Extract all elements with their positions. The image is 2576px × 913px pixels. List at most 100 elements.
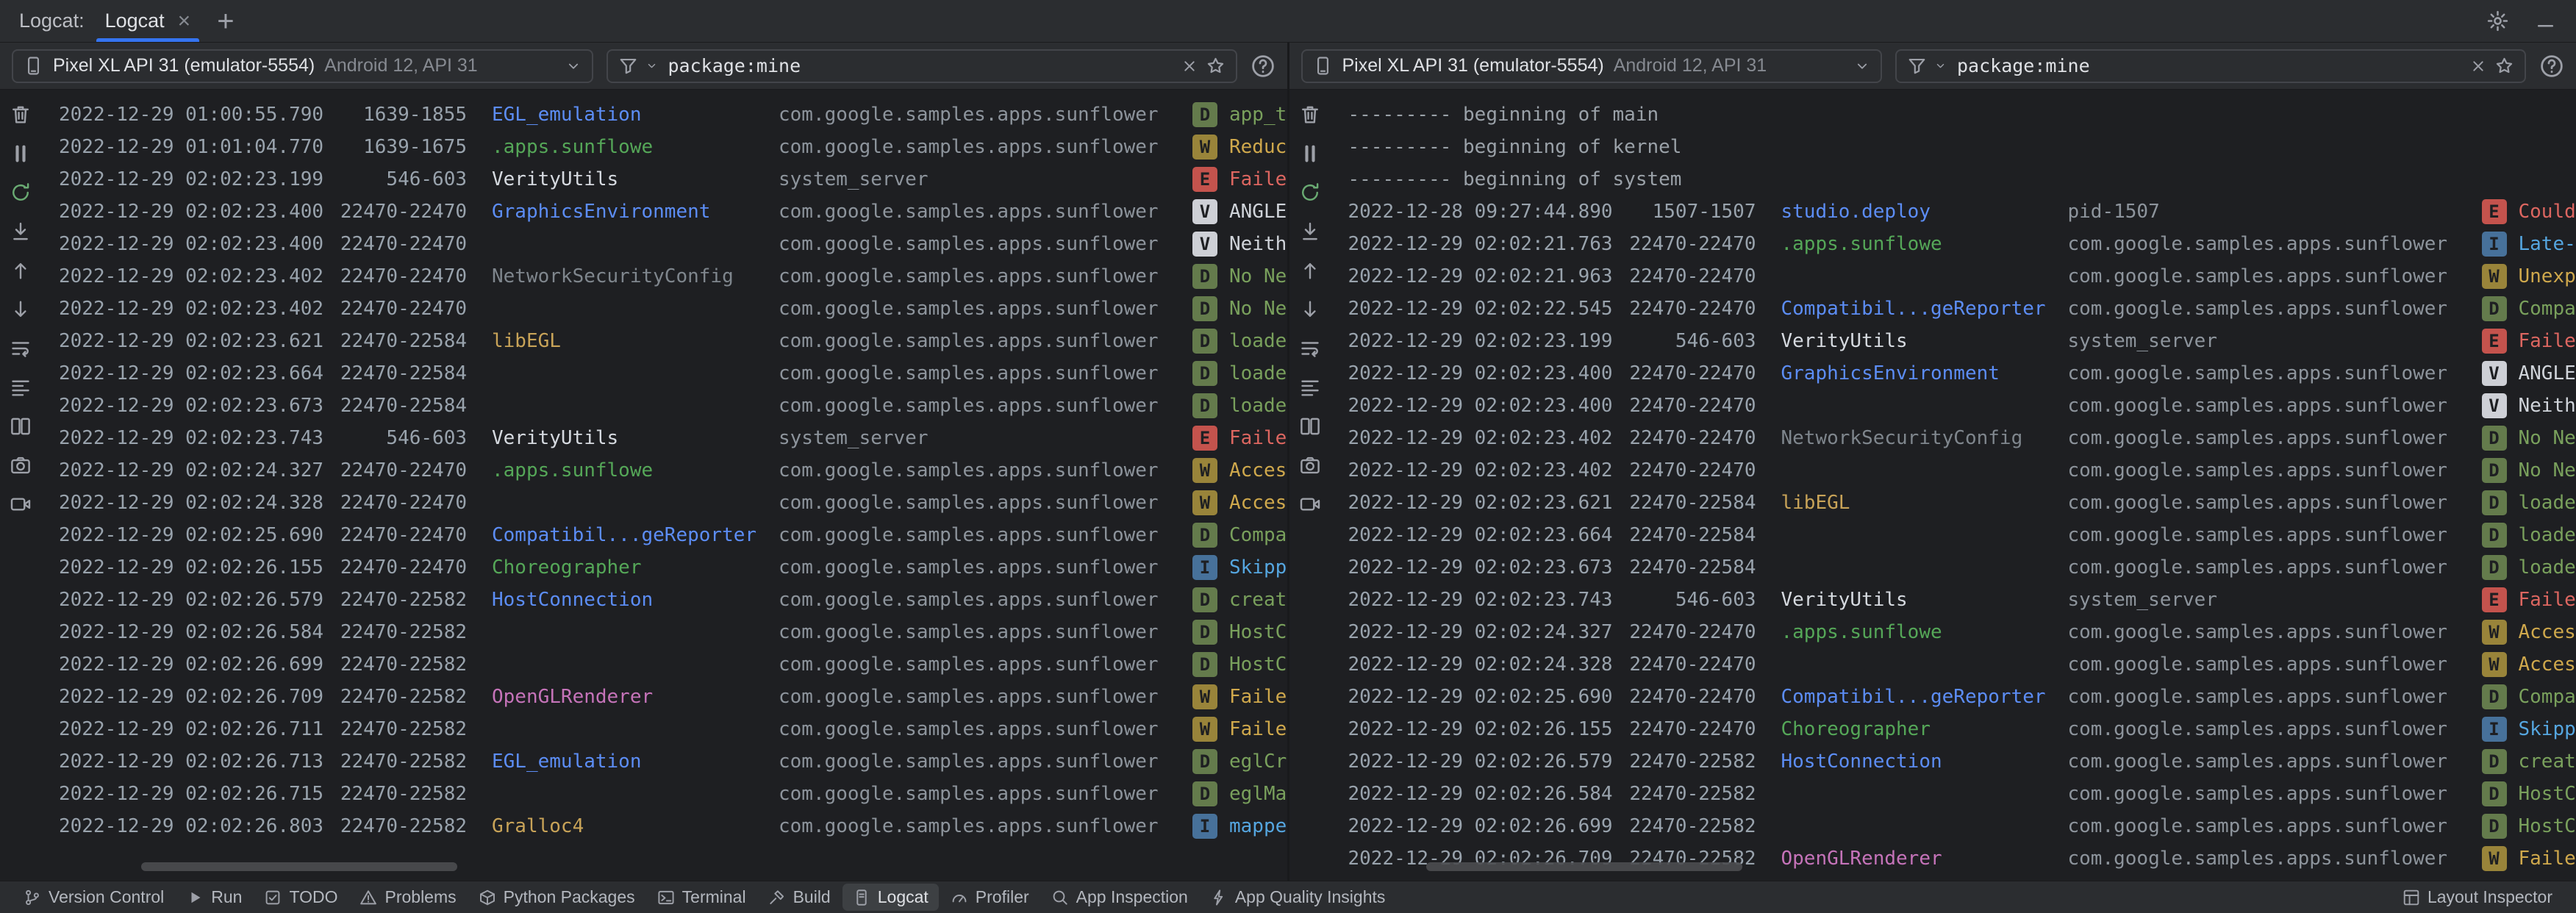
log-row[interactable]: 2022-12-29 02:02:26.155 22470-22470 Choreo…: [1331, 713, 2576, 745]
log-row[interactable]: 2022-12-29 02:02:24.327 22470-22470 .apps.…: [41, 454, 1287, 487]
log-row[interactable]: 2022-12-29 02:02:23.400 22470-22470 com.go…: [41, 228, 1287, 260]
pause-logcat-icon[interactable]: [1295, 139, 1325, 168]
statusbar-item-terminal[interactable]: Terminal: [647, 884, 756, 911]
device-selector[interactable]: Pixel XL API 31 (emulator-5554) Android …: [1300, 49, 1882, 83]
filter-input[interactable]: package:mine: [606, 49, 1237, 83]
log-row[interactable]: --------- beginning of main: [1331, 99, 2576, 131]
log-row[interactable]: 2022-12-28 09:27:44.890 1507-1507 studio.d…: [1331, 196, 2576, 228]
log-row[interactable]: 2022-12-29 01:00:55.790 1639-1855 EGL_emul…: [41, 99, 1287, 131]
scroll-to-end-icon[interactable]: [6, 217, 35, 246]
configure-formatting-icon[interactable]: [6, 373, 35, 402]
log-row[interactable]: 2022-12-29 02:02:24.327 22470-22470 .apps.…: [1331, 616, 2576, 648]
log-row[interactable]: 2022-12-29 02:02:23.400 22470-22470 com.go…: [1331, 390, 2576, 422]
statusbar-item-app-inspection[interactable]: App Inspection: [1041, 884, 1198, 911]
log-row[interactable]: 2022-12-29 02:02:26.579 22470-22582 HostCo…: [1331, 745, 2576, 778]
device-selector[interactable]: Pixel XL API 31 (emulator-5554) Android …: [12, 49, 593, 83]
log-row[interactable]: 2022-12-29 02:02:24.328 22470-22470 com.go…: [1331, 648, 2576, 681]
previous-occurrence-icon[interactable]: [1295, 256, 1325, 285]
log-row[interactable]: 2022-12-29 02:02:23.664 22470-22584 com.go…: [1331, 519, 2576, 551]
configure-formatting-icon[interactable]: [1295, 373, 1325, 402]
log-row[interactable]: 2022-12-29 02:02:26.584 22470-22582 com.go…: [41, 616, 1287, 648]
log-row[interactable]: 2022-12-29 02:02:23.743 546-603 VerityUtil…: [41, 422, 1287, 454]
statusbar-item-version-control[interactable]: Version Control: [13, 884, 174, 911]
scroll-to-end-icon[interactable]: [1295, 217, 1325, 246]
log-row[interactable]: 2022-12-29 02:02:26.715 22470-22582 com.go…: [41, 778, 1287, 810]
next-occurrence-icon[interactable]: [6, 295, 35, 324]
log-row[interactable]: 2022-12-29 02:02:26.713 22470-22582 EGL_em…: [41, 745, 1287, 778]
log-row[interactable]: 2022-12-29 02:02:23.400 22470-22470 Graphi…: [41, 196, 1287, 228]
help-icon[interactable]: [2539, 54, 2564, 79]
statusbar-item-logcat[interactable]: Logcat: [842, 884, 939, 911]
statusbar-item-build[interactable]: Build: [758, 884, 841, 911]
screen-record-icon[interactable]: [1295, 490, 1325, 519]
log-row[interactable]: 2022-12-29 02:02:23.621 22470-22584 libEGL…: [41, 325, 1287, 357]
settings-gear-icon[interactable]: [2486, 10, 2509, 32]
statusbar-item-python-packages[interactable]: Python Packages: [468, 884, 645, 911]
log-row[interactable]: 2022-12-29 02:02:23.402 22470-22470 Networ…: [41, 260, 1287, 293]
log-view[interactable]: --------- beginning of main --------- beg…: [1331, 90, 2576, 881]
scrollbar-thumb[interactable]: [1425, 862, 1742, 871]
log-row[interactable]: 2022-12-29 02:02:23.402 22470-22470 com.go…: [1331, 454, 2576, 487]
statusbar-item-layout-inspector[interactable]: Layout Inspector: [2392, 884, 2563, 911]
log-view[interactable]: 2022-12-29 01:00:55.790 1639-1855 EGL_emul…: [41, 90, 1287, 881]
log-row[interactable]: 2022-12-29 02:02:26.699 22470-22582 com.go…: [1331, 810, 2576, 842]
statusbar-item-todo[interactable]: TODO: [254, 884, 348, 911]
split-panels-icon[interactable]: [1295, 412, 1325, 441]
log-row[interactable]: 2022-12-29 02:02:24.328 22470-22470 com.go…: [41, 487, 1287, 519]
favorite-filter-icon[interactable]: [1206, 56, 1226, 76]
tab-logcat[interactable]: Logcat ×: [92, 0, 204, 42]
restart-logcat-icon[interactable]: [1295, 178, 1325, 207]
log-row[interactable]: 2022-12-29 02:02:26.579 22470-22582 HostCo…: [41, 584, 1287, 616]
log-row[interactable]: 2022-12-29 02:02:21.963 22470-22470 com.go…: [1331, 260, 2576, 293]
scrollbar-thumb[interactable]: [141, 862, 457, 871]
statusbar-item-profiler[interactable]: Profiler: [940, 884, 1040, 911]
log-row[interactable]: --------- beginning of system: [1331, 163, 2576, 196]
clear-logcat-icon[interactable]: [6, 100, 35, 129]
log-row[interactable]: 2022-12-29 02:02:26.709 22470-22582 OpenGL…: [41, 681, 1287, 713]
screenshot-icon[interactable]: [1295, 451, 1325, 480]
log-row[interactable]: 2022-12-29 02:02:23.743 546-603 VerityUtil…: [1331, 584, 2576, 616]
log-row[interactable]: 2022-12-29 02:02:26.711 22470-22582 com.go…: [41, 713, 1287, 745]
log-row[interactable]: 2022-12-29 02:02:23.621 22470-22584 libEGL…: [1331, 487, 2576, 519]
log-row[interactable]: 2022-12-29 02:02:21.763 22470-22470 .apps.…: [1331, 228, 2576, 260]
log-row[interactable]: 2022-12-29 02:02:26.155 22470-22470 Choreo…: [41, 551, 1287, 584]
previous-occurrence-icon[interactable]: [6, 256, 35, 285]
filter-input[interactable]: package:mine: [1895, 49, 2526, 83]
log-row[interactable]: 2022-12-29 02:02:22.545 22470-22470 Compat…: [1331, 293, 2576, 325]
log-row[interactable]: 2022-12-29 02:02:23.400 22470-22470 Graphi…: [1331, 357, 2576, 390]
screen-record-icon[interactable]: [6, 490, 35, 519]
pause-logcat-icon[interactable]: [6, 139, 35, 168]
log-row[interactable]: 2022-12-29 02:02:23.673 22470-22584 com.go…: [1331, 551, 2576, 584]
log-row[interactable]: 2022-12-29 02:02:25.690 22470-22470 Compat…: [41, 519, 1287, 551]
next-occurrence-icon[interactable]: [1295, 295, 1325, 324]
favorite-filter-icon[interactable]: [2494, 56, 2514, 76]
restart-logcat-icon[interactable]: [6, 178, 35, 207]
log-row[interactable]: 2022-12-29 02:02:23.199 546-603 VerityUtil…: [1331, 325, 2576, 357]
horizontal-scrollbar[interactable]: [1372, 862, 2559, 872]
soft-wrap-icon[interactable]: [1295, 334, 1325, 363]
log-row[interactable]: 2022-12-29 02:02:23.402 22470-22470 Networ…: [1331, 422, 2576, 454]
clear-logcat-icon[interactable]: [1295, 100, 1325, 129]
clear-filter-icon[interactable]: [2469, 57, 2487, 75]
hide-toolwindow-icon[interactable]: [2534, 10, 2557, 32]
log-row[interactable]: 2022-12-29 02:02:23.673 22470-22584 com.go…: [41, 390, 1287, 422]
log-row[interactable]: 2022-12-29 02:02:26.699 22470-22582 com.go…: [41, 648, 1287, 681]
statusbar-item-problems[interactable]: Problems: [349, 884, 466, 911]
log-row[interactable]: 2022-12-29 02:02:26.803 22470-22582 Grallo…: [41, 810, 1287, 842]
log-row[interactable]: 2022-12-29 02:02:23.664 22470-22584 com.go…: [41, 357, 1287, 390]
clear-filter-icon[interactable]: [1181, 57, 1198, 75]
help-icon[interactable]: [1251, 54, 1276, 79]
log-row[interactable]: 2022-12-29 02:02:26.584 22470-22582 com.go…: [1331, 778, 2576, 810]
horizontal-scrollbar[interactable]: [82, 862, 1270, 872]
statusbar-item-run[interactable]: Run: [176, 884, 252, 911]
split-panels-icon[interactable]: [6, 412, 35, 441]
statusbar-item-app-quality-insights[interactable]: App Quality Insights: [1200, 884, 1396, 911]
log-row[interactable]: 2022-12-29 01:01:04.770 1639-1675 .apps.su…: [41, 131, 1287, 163]
soft-wrap-icon[interactable]: [6, 334, 35, 363]
tab-close-icon[interactable]: ×: [178, 10, 191, 32]
screenshot-icon[interactable]: [6, 451, 35, 480]
log-row[interactable]: 2022-12-29 02:02:23.199 546-603 VerityUtil…: [41, 163, 1287, 196]
log-row[interactable]: 2022-12-29 02:02:23.402 22470-22470 com.go…: [41, 293, 1287, 325]
new-tab-button[interactable]: +: [204, 7, 247, 36]
log-row[interactable]: 2022-12-29 02:02:25.690 22470-22470 Compat…: [1331, 681, 2576, 713]
